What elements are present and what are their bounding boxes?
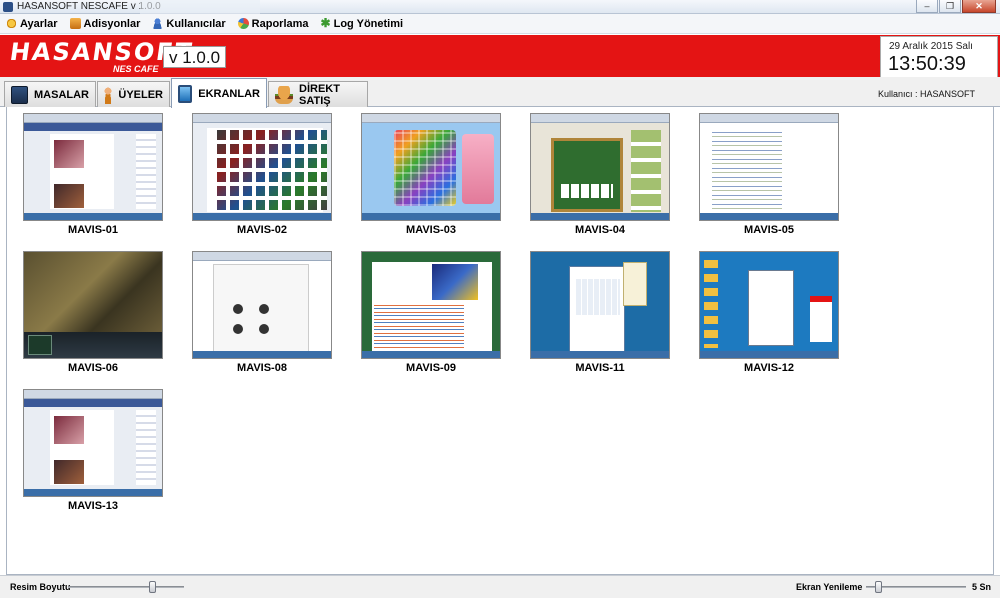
gear-icon — [6, 18, 17, 29]
app-icon — [3, 2, 13, 12]
app-header: HASANSOFT NES CAFE v 1.0.0 — [0, 35, 1000, 77]
minimize-button[interactable]: – — [916, 0, 938, 13]
screen-card[interactable]: MAVIS-09 — [361, 251, 501, 374]
screen-label: MAVIS-03 — [406, 224, 456, 236]
menu-bar: Ayarlar Adisyonlar Kullanıcılar Raporlam… — [0, 14, 1000, 34]
screen-thumbnail[interactable] — [699, 251, 839, 359]
screen-thumbnail[interactable] — [361, 251, 501, 359]
screen-thumbnail[interactable] — [530, 251, 670, 359]
tab-members[interactable]: ÜYELER — [97, 81, 170, 107]
screen-thumbnail[interactable] — [23, 251, 163, 359]
screen-card[interactable]: MAVIS-05 — [699, 113, 839, 236]
refresh-slider[interactable] — [866, 581, 966, 593]
burger-icon — [275, 85, 294, 104]
title-bar: HASANSOFT NESCAFE v 1.0.0 – ❐ ✕ — [0, 0, 1000, 14]
clock-time: 13:50:39 — [888, 53, 966, 75]
refresh-value: 5 Sn — [972, 582, 992, 592]
screens-icon — [178, 84, 193, 103]
members-icon — [104, 85, 113, 104]
image-size-label: Resim Boyutu — [10, 582, 71, 592]
screen-card[interactable]: MAVIS-01 — [23, 113, 163, 236]
tab-label: MASALAR — [34, 88, 89, 101]
screen-label: MAVIS-08 — [237, 362, 287, 374]
tab-label: DİREKT SATIŞ — [299, 82, 340, 107]
refresh-label: Ekran Yenileme — [796, 582, 863, 592]
screen-thumbnail[interactable] — [23, 113, 163, 221]
menu-item-settings[interactable]: Ayarlar — [6, 18, 58, 30]
screen-card[interactable]: MAVIS-03 — [361, 113, 501, 236]
log-icon: ✱ — [320, 16, 331, 30]
tab-direct-sale[interactable]: DİREKT SATIŞ — [268, 81, 368, 107]
tab-label: EKRANLAR — [198, 87, 260, 100]
screen-thumbnail[interactable] — [530, 113, 670, 221]
refresh-slider-handle[interactable] — [875, 581, 882, 593]
screen-card[interactable]: MAVIS-12 — [699, 251, 839, 374]
screen-label: MAVIS-09 — [406, 362, 456, 374]
menu-item-label: Ayarlar — [20, 17, 58, 30]
clock-date: 29 Aralık 2015 Salı — [889, 41, 973, 52]
status-bar: Resim Boyutu Ekran Yenileme 5 Sn — [0, 575, 1000, 598]
screen-thumbnail[interactable] — [361, 113, 501, 221]
screens-panel: MAVIS-01 MAVIS-02 MAVIS-03 MAVIS-04 MAVI… — [6, 107, 994, 575]
screen-card[interactable]: MAVIS-04 — [530, 113, 670, 236]
screen-card[interactable]: MAVIS-08 — [192, 251, 332, 374]
screen-label: MAVIS-06 — [68, 362, 118, 374]
screen-label: MAVIS-04 — [575, 224, 625, 236]
tab-bar: MASALAR ÜYELER EKRANLAR DİREKT SATIŞ — [0, 77, 1000, 108]
version-badge: v 1.0.0 — [163, 46, 227, 68]
brand-subtitle: NES CAFE — [113, 64, 159, 74]
menu-item-label: Log Yönetimi — [333, 17, 404, 30]
menu-item-label: Adisyonlar — [83, 17, 141, 30]
clock-panel: 29 Aralık 2015 Salı 13:50:39 — [880, 36, 998, 78]
tab-tables[interactable]: MASALAR — [4, 81, 96, 107]
screen-card[interactable]: MAVIS-02 — [192, 113, 332, 236]
screen-label: MAVIS-13 — [68, 500, 118, 512]
current-user: Kullanıcı : HASANSOFT — [877, 89, 975, 99]
menu-item-orders[interactable]: Adisyonlar — [69, 17, 141, 30]
menu-item-label: Kullanıcılar — [166, 17, 226, 30]
screen-card[interactable]: MAVIS-11 — [530, 251, 670, 374]
tab-label: ÜYELER — [118, 88, 163, 101]
window-controls: – ❐ ✕ — [915, 0, 996, 13]
screen-label: MAVIS-12 — [744, 362, 794, 374]
tables-icon — [11, 85, 28, 104]
screen-label: MAVIS-02 — [237, 224, 287, 236]
tab-screens[interactable]: EKRANLAR — [171, 78, 267, 108]
screen-label: MAVIS-11 — [575, 362, 625, 374]
chart-icon — [237, 18, 249, 29]
screen-label: MAVIS-01 — [68, 224, 118, 236]
cash-icon — [69, 18, 81, 29]
menu-item-users[interactable]: Kullanıcılar — [152, 17, 226, 30]
image-size-slider[interactable] — [68, 581, 184, 593]
image-size-slider-handle[interactable] — [149, 581, 156, 593]
close-button[interactable]: ✕ — [962, 0, 996, 13]
screen-thumbnail[interactable] — [23, 389, 163, 497]
user-icon — [152, 18, 164, 29]
screen-thumbnail[interactable] — [699, 113, 839, 221]
screen-thumbnail[interactable] — [192, 251, 332, 359]
background-window-tab — [140, 0, 260, 14]
maximize-button[interactable]: ❐ — [939, 0, 961, 13]
screen-thumbnail[interactable] — [192, 113, 332, 221]
menu-item-log[interactable]: ✱ Log Yönetimi — [320, 16, 404, 30]
screen-card[interactable]: MAVIS-06 — [23, 251, 163, 374]
screen-card[interactable]: MAVIS-13 — [23, 389, 163, 512]
menu-item-reports[interactable]: Raporlama — [237, 17, 309, 30]
menu-item-label: Raporlama — [251, 17, 309, 30]
screen-label: MAVIS-05 — [744, 224, 794, 236]
